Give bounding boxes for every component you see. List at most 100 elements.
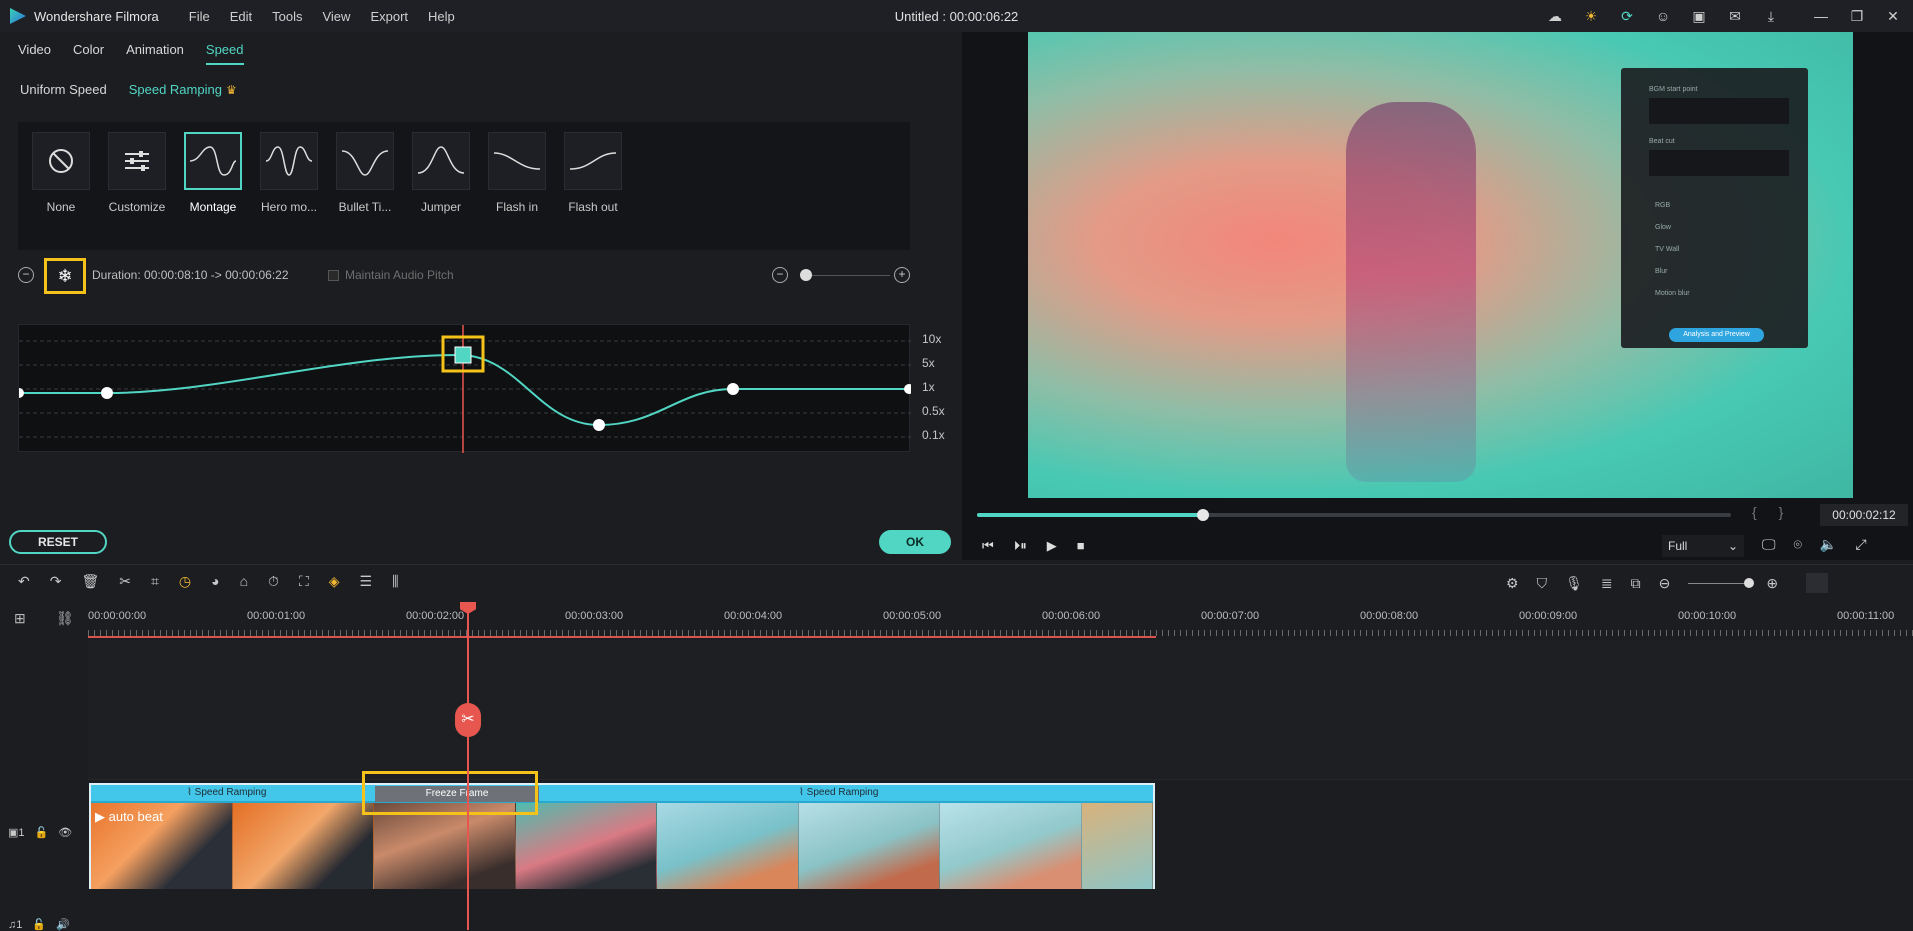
split-scissors-icon[interactable]: ✂: [455, 703, 481, 737]
mail-icon[interactable]: ✉: [1725, 6, 1745, 26]
link-icon[interactable]: ⛓: [56, 610, 74, 627]
menu-help[interactable]: Help: [428, 9, 455, 24]
ok-button[interactable]: OK: [879, 530, 951, 554]
preset-jumper[interactable]: Jumper: [410, 132, 472, 214]
pip-icon[interactable]: ⧉: [1631, 575, 1641, 592]
audio-icon[interactable]: ⫼: [392, 573, 398, 590]
keyframe-icon[interactable]: ◈: [329, 573, 340, 590]
display-icon[interactable]: 🖵: [1762, 536, 1776, 553]
adjust-icon[interactable]: ☰: [360, 573, 373, 590]
preset-hero-moment[interactable]: Hero mo...: [258, 132, 320, 214]
title-bar: Wondershare Filmora File Edit Tools View…: [0, 0, 1913, 32]
tab-color[interactable]: Color: [73, 42, 104, 65]
zoom-in-icon[interactable]: ⊕: [1766, 575, 1778, 592]
bulb-icon[interactable]: ☀: [1581, 6, 1601, 26]
menu-edit[interactable]: Edit: [230, 9, 252, 24]
snapshot-icon[interactable]: ⌾: [1794, 536, 1802, 553]
menu-view[interactable]: View: [322, 9, 350, 24]
prev-frame-icon[interactable]: ⏮: [982, 538, 994, 554]
menu-file[interactable]: File: [189, 9, 210, 24]
lock-icon[interactable]: 🔓: [32, 918, 46, 931]
speed-subtabs: Uniform Speed Speed Ramping ♛: [20, 82, 237, 97]
preset-flash-out[interactable]: Flash out: [562, 132, 624, 214]
cut-icon[interactable]: ✂: [119, 573, 131, 590]
zoom-out-icon[interactable]: ⊖: [1659, 575, 1671, 592]
curve-point[interactable]: [101, 387, 113, 399]
tab-speed[interactable]: Speed: [205, 42, 244, 65]
mic-icon[interactable]: 🎙: [1565, 575, 1583, 592]
play-icon[interactable]: ▶: [1047, 538, 1057, 554]
timeline-zoom-slider[interactable]: [1688, 577, 1755, 588]
preset-flash-in[interactable]: Flash in: [486, 132, 548, 214]
save-icon[interactable]: ▣: [1689, 6, 1709, 26]
preset-none[interactable]: None: [30, 132, 92, 214]
fit-icon[interactable]: ⛶: [299, 573, 309, 590]
lock-icon[interactable]: 🔓: [35, 826, 49, 839]
account-icon[interactable]: ☺: [1653, 6, 1673, 26]
progress-knob[interactable]: [1197, 509, 1210, 521]
cloud-icon[interactable]: ☁: [1545, 6, 1565, 26]
preset-montage[interactable]: Montage: [182, 132, 244, 214]
add-track-icon[interactable]: ⊞: [14, 610, 26, 627]
timeline-zoom-knob[interactable]: [1744, 577, 1755, 588]
curve-point[interactable]: [727, 383, 739, 395]
video-clip[interactable]: ⌇ Speed Ramping Freeze Frame ⌇ Speed Ram…: [89, 783, 1155, 889]
subtab-speed-ramping[interactable]: Speed Ramping ♛: [129, 82, 237, 97]
layout-icon[interactable]: [1806, 573, 1829, 593]
remove-point-icon[interactable]: −: [18, 267, 34, 283]
stop-icon[interactable]: ■: [1077, 538, 1085, 554]
menu-tools[interactable]: Tools: [272, 9, 302, 24]
empty-track-area[interactable]: [88, 640, 1913, 780]
preset-bullet-time[interactable]: Bullet Ti...: [334, 132, 396, 214]
ruler-label: 00:00:07:00: [1201, 610, 1260, 622]
tab-video[interactable]: Video: [18, 42, 51, 65]
curve-point[interactable]: [593, 419, 605, 431]
audio-track-header: ♫1 🔓 🔊: [0, 918, 88, 931]
quality-select[interactable]: Full ⌄: [1662, 535, 1744, 557]
volume-icon[interactable]: 🔈: [1820, 536, 1837, 553]
speed-label-0-5x: 0.5x: [922, 404, 945, 418]
curve-point[interactable]: [14, 388, 24, 398]
playhead[interactable]: [467, 602, 469, 930]
preview-video[interactable]: BGM start point Beat cut RGB Glow TV Wal…: [1028, 32, 1853, 498]
undo-icon[interactable]: ↶: [18, 573, 30, 590]
in-out-markers[interactable]: {}: [1752, 504, 1805, 520]
freeze-point[interactable]: [454, 346, 472, 364]
preview-progress-bar[interactable]: [977, 509, 1731, 521]
color-icon[interactable]: ◕: [211, 573, 219, 590]
step-play-icon[interactable]: ⏵⏸: [1014, 538, 1027, 554]
speed-icon[interactable]: ◷: [179, 573, 191, 590]
download-icon[interactable]: ⤓: [1761, 6, 1781, 26]
subtab-uniform-speed[interactable]: Uniform Speed: [20, 82, 107, 97]
menu-export[interactable]: Export: [370, 9, 408, 24]
render-icon[interactable]: ⚙: [1506, 575, 1519, 592]
timeline-ruler[interactable]: 00:00:00:00 00:00:01:00 00:00:02:00 00:0…: [88, 610, 1913, 638]
speed-curve-graph[interactable]: [14, 324, 914, 453]
graph-zoom-slider[interactable]: [810, 275, 890, 276]
marker-icon[interactable]: ⛉: [1537, 575, 1548, 592]
timer-icon[interactable]: ⏱: [268, 573, 279, 590]
close-icon[interactable]: ✕: [1883, 6, 1903, 26]
maintain-audio-pitch[interactable]: Maintain Audio Pitch: [328, 268, 454, 282]
tab-animation[interactable]: Animation: [126, 42, 184, 65]
speaker-icon[interactable]: 🔊: [56, 918, 70, 931]
zoom-in-icon[interactable]: +: [894, 267, 910, 283]
reset-button[interactable]: RESET: [9, 530, 107, 554]
restore-icon[interactable]: ❐: [1847, 6, 1867, 26]
speed-curve-svg[interactable]: [14, 325, 914, 453]
minimize-icon[interactable]: —: [1811, 6, 1831, 26]
stabilize-icon[interactable]: ⌂: [240, 573, 248, 590]
crop-icon[interactable]: ⌗: [151, 573, 159, 590]
eye-icon[interactable]: 👁: [58, 826, 72, 839]
freeze-frame-button[interactable]: ❄: [44, 258, 86, 294]
curve-point[interactable]: [904, 384, 914, 394]
graph-zoom-knob[interactable]: [800, 269, 812, 281]
sync-icon[interactable]: ⟳: [1617, 6, 1637, 26]
voiceover-icon[interactable]: ≣: [1601, 575, 1613, 592]
redo-icon[interactable]: ↷: [50, 573, 62, 590]
fullscreen-icon[interactable]: ⤢: [1855, 536, 1866, 553]
delete-icon[interactable]: 🗑: [81, 573, 99, 590]
preset-customize[interactable]: Customize: [106, 132, 168, 214]
maintain-audio-checkbox[interactable]: [328, 269, 339, 281]
zoom-out-icon[interactable]: −: [772, 267, 788, 283]
